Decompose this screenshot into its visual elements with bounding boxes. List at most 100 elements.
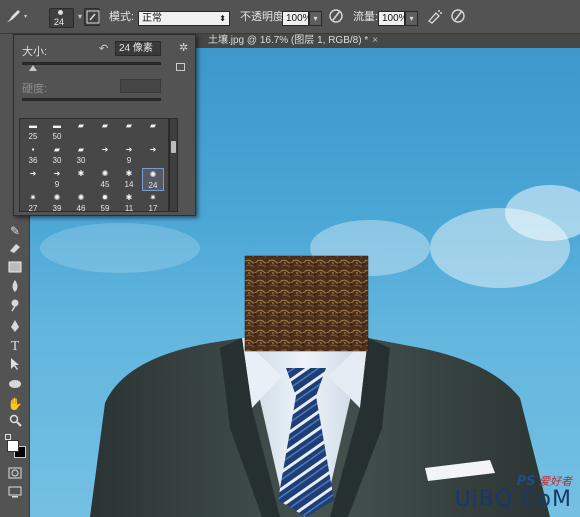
hand-tool-icon[interactable]: ✋ [6,395,24,413]
eraser-tool-icon[interactable] [6,241,24,259]
brush-tip-icon: ➜ [53,169,61,178]
close-icon[interactable]: × [372,35,378,46]
gradient-tool-icon[interactable] [6,260,24,278]
mode-select[interactable]: 正常 ⬍ [138,11,230,26]
brush-preset-item[interactable]: ▰ [142,120,164,143]
history-brush-icon[interactable]: ✎ [6,222,24,240]
brush-tip-icon: ✱ [125,169,133,178]
brush-preset-item[interactable]: ✷ 27 [22,192,44,212]
brush-preset-item[interactable]: ▬ 50 [46,120,68,143]
brush-preset-item[interactable]: ✺ 45 [94,168,116,191]
brush-tip-icon: ✺ [77,193,85,202]
reset-size-icon[interactable]: ↶ [99,42,108,55]
brush-preset-item[interactable]: ✱ 14 [118,168,140,191]
brush-preset-item[interactable]: ➜ [142,144,164,167]
flow-dropdown-icon[interactable]: ▾ [405,11,418,26]
brush-preset-item[interactable]: ▰ [94,120,116,143]
brush-preset-item[interactable]: ➜ [94,144,116,167]
quick-mask-icon[interactable] [6,466,24,484]
brush-preset-size: 30 [52,156,62,165]
brush-tip-icon: ▰ [101,121,109,130]
brush-preset-item[interactable]: ▬ 25 [22,120,44,143]
preset-scrollbar[interactable] [169,118,178,212]
chevron-down-icon[interactable]: ▾ [78,9,82,25]
brush-tip-icon: ▰ [125,121,133,130]
flow-input[interactable]: 100% [378,11,408,26]
brush-tip-icon: ➜ [125,145,133,154]
brush-tip-icon: ✺ [149,170,157,179]
ellipse-tool-icon[interactable] [6,376,24,394]
brush-preset-item[interactable]: ✱ [70,168,92,191]
brush-preset-item[interactable]: ➜ [22,168,44,191]
brush-preset-size: 9 [54,180,60,189]
brush-preset-size: 45 [100,180,110,189]
brush-preset-size: 36 [28,156,38,165]
zoom-tool-icon[interactable] [6,414,24,432]
blur-tool-icon[interactable] [6,279,24,297]
mode-value: 正常 [142,13,162,24]
brush-preset-size: 24 [148,181,158,190]
brush-preset-size: 25 [28,132,38,141]
hardness-input[interactable] [120,79,161,93]
watermark: PS 爱好者 UiBQ.CoM [455,475,572,511]
brush-tool-icon[interactable] [4,6,30,22]
brush-preset-grid: ▬ 25 ▬ 50 ▰ ▰ ▰ ▰ ▪ 36 ▰ 30 ▰ 30 ➜ ➜ 9 ➜ ➜ ➜ 9 ✱ ✺ 45 ✱ 14 ✺ 24 ✷ 27 ✺… [19,118,169,212]
brush-preset-size: 14 [124,180,134,189]
brush-tip-icon: ✱ [77,169,85,178]
pressure-size-icon[interactable] [450,7,466,23]
size-input[interactable]: 24 像素 [115,41,161,56]
brush-tip-icon: ▬ [53,121,61,130]
brush-preset-size: 11 [124,204,134,212]
hardness-slider-track[interactable] [22,98,161,101]
mode-label: 模式: [109,11,135,23]
brush-preset-panel: 大小: ↶ 24 像素 ✲ 硬度: ▬ 25 ▬ 50 ▰ ▰ ▰ ▰ ▪ 36 ▰ 30 ▰ 30 ➜ ➜ 9… [13,34,196,216]
opacity-dropdown-icon[interactable]: ▾ [309,11,322,26]
type-tool-icon[interactable]: T [6,338,24,356]
brush-preset-size: 9 [126,156,132,165]
brush-tip-icon: ✹ [101,193,109,202]
brush-tip-icon: ➜ [101,145,109,154]
airbrush-icon[interactable] [426,7,444,24]
brush-preset-item[interactable]: ▰ 30 [70,144,92,167]
brush-preset-item[interactable]: ✷ 17 [142,192,164,211]
brush-preset-item[interactable]: ✺ 39 [46,192,68,212]
brush-tip-icon: ✱ [125,193,133,202]
options-bar: 24 ▾ 模式: 正常 ⬍ 不透明度: 100% ▾ 流量: 100% ▾ [0,0,580,34]
brush-preset-item[interactable]: ✹ 59 [94,192,116,212]
brush-preset-size: 27 [28,204,38,212]
pen-tool-icon[interactable] [6,319,24,337]
brush-panel-icon [86,10,100,24]
brush-preset-item[interactable]: ▪ 36 [22,144,44,167]
brush-preset-item[interactable]: ➜ 9 [118,144,140,167]
gear-icon[interactable]: ✲ [179,41,188,54]
opacity-input[interactable]: 100% [282,11,312,26]
screen-mode-icon[interactable] [6,485,24,503]
dodge-tool-icon[interactable] [6,298,24,316]
brush-preset-item[interactable]: ▰ [118,120,140,143]
brush-preset-item[interactable]: ▰ 30 [46,144,68,167]
path-selection-icon[interactable] [6,357,24,375]
brush-preset-item[interactable]: ➜ 9 [46,168,68,191]
brush-preset-item[interactable]: ✱ 11 [118,192,140,212]
preset-scrollbar-handle[interactable] [171,141,176,153]
brush-preset-size: 39 [52,204,62,212]
brush-tip-icon: ✷ [149,193,157,202]
document-tab-strip: 土壤.jpg @ 16.7% (图层 1, RGB/8) * × [196,34,580,48]
brush-panel-toggle[interactable] [84,8,100,26]
opacity-label: 不透明度: [240,11,288,23]
size-slider-thumb[interactable] [29,65,38,71]
brush-preset-item[interactable]: ✺ 24 [142,168,164,191]
new-preset-icon[interactable] [176,63,185,71]
brush-preset-size: 30 [76,156,86,165]
brush-preset-item[interactable]: ▰ [70,120,92,143]
pressure-opacity-icon[interactable] [328,7,344,23]
brush-preset-item[interactable]: ✺ 46 [70,192,92,211]
brush-preset-picker[interactable]: 24 [49,8,74,28]
hardness-label: 硬度: [22,83,48,95]
color-swatches[interactable] [5,434,27,460]
size-slider-track[interactable] [22,62,161,65]
document-tab-title: 土壤.jpg @ 16.7% (图层 1, RGB/8) * [208,35,369,46]
foreground-color-swatch[interactable] [7,440,19,452]
document-tab[interactable]: 土壤.jpg @ 16.7% (图层 1, RGB/8) * × [208,34,378,48]
brush-preset-size: 59 [100,204,110,212]
